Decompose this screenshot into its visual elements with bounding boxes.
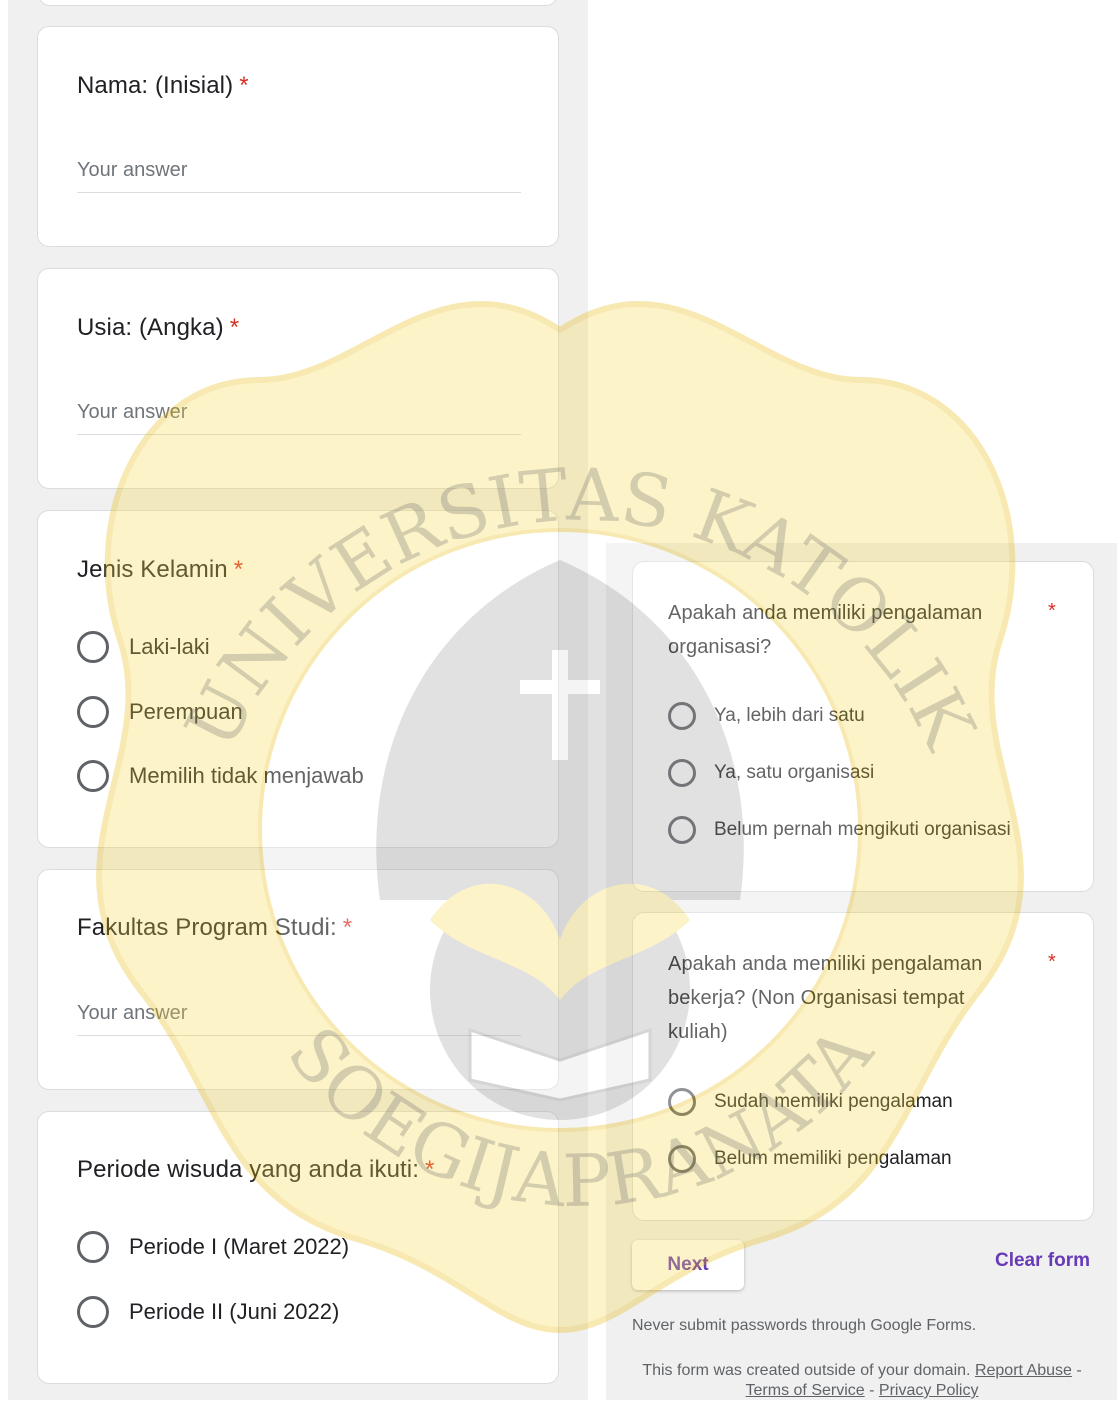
radio-option-belum-memiliki[interactable]: Belum memiliki pengalaman	[668, 1145, 952, 1173]
option-label: Ya, lebih dari satu	[714, 705, 865, 726]
radio-button[interactable]	[668, 1145, 696, 1173]
question-title-text: Jenis Kelamin	[77, 556, 228, 583]
fakultas-answer-input[interactable]: Your answer	[77, 1002, 521, 1036]
footer-text: This form was created outside of your do…	[642, 1362, 971, 1379]
question-card-bekerja: Apakah anda memiliki pengalaman bekerja?…	[632, 912, 1094, 1221]
option-label: Memilih tidak menjawab	[129, 763, 364, 788]
required-asterisk: *	[233, 556, 244, 583]
question-title-line: bekerja? (Non Organisasi tempat	[668, 987, 965, 1009]
option-label: Belum memiliki pengalaman	[714, 1148, 952, 1169]
question-card-organisasi: Apakah anda memiliki pengalaman organisa…	[632, 561, 1094, 892]
question-title: Usia: (Angka) *	[77, 311, 239, 345]
radio-button[interactable]	[668, 759, 696, 787]
footer-separator: -	[1071, 1362, 1082, 1379]
question-card-jenis-kelamin: Jenis Kelamin * Laki-laki Perempuan Memil…	[37, 510, 559, 848]
usia-answer-input[interactable]: Your answer	[77, 401, 521, 435]
radio-option-laki-laki[interactable]: Laki-laki	[77, 631, 210, 663]
radio-button[interactable]	[77, 760, 109, 792]
question-title: Fakultas Program Studi: *	[77, 911, 352, 945]
question-title: Apakah anda memiliki pengalaman bekerja?…	[668, 947, 1038, 1049]
clear-form-button[interactable]: Clear form	[960, 1250, 1090, 1272]
footer-separator: -	[864, 1382, 879, 1399]
report-abuse-link[interactable]: Report Abuse	[975, 1362, 1072, 1379]
option-label: Belum pernah mengikuti organisasi	[714, 819, 1011, 840]
required-asterisk: *	[342, 914, 353, 941]
answer-placeholder: Your answer	[77, 401, 188, 423]
question-title: Apakah anda memiliki pengalaman organisa…	[668, 596, 1038, 664]
radio-button[interactable]	[77, 1231, 109, 1263]
question-title-line: organisasi?	[668, 636, 772, 658]
option-label: Periode II (Juni 2022)	[129, 1299, 340, 1324]
option-label: Perempuan	[129, 699, 243, 724]
question-card-usia: Usia: (Angka) * Your answer	[37, 268, 559, 489]
radio-option-satu-organisasi[interactable]: Ya, satu organisasi	[668, 759, 874, 787]
option-label: Periode I (Maret 2022)	[129, 1234, 350, 1259]
radio-button[interactable]	[668, 1088, 696, 1116]
radio-option-periode-2[interactable]: Periode II (Juni 2022)	[77, 1296, 339, 1328]
radio-button[interactable]	[77, 696, 109, 728]
question-title-line: kuliah)	[668, 1021, 728, 1043]
nama-answer-input[interactable]: Your answer	[77, 159, 521, 193]
required-asterisk: *	[424, 1156, 435, 1183]
question-title-line: Apakah anda memiliki pengalaman	[668, 602, 983, 624]
answer-placeholder: Your answer	[77, 159, 188, 181]
previous-card-stub	[38, 0, 558, 6]
question-title-text: Usia: (Angka)	[77, 314, 224, 341]
next-button[interactable]: Next	[632, 1240, 744, 1290]
answer-placeholder: Your answer	[77, 1002, 188, 1024]
radio-button[interactable]	[668, 816, 696, 844]
radio-option-memilih-tidak-menjawab[interactable]: Memilih tidak menjawab	[77, 760, 364, 792]
radio-button[interactable]	[77, 631, 109, 663]
question-title: Jenis Kelamin *	[77, 553, 243, 587]
radio-button[interactable]	[668, 702, 696, 730]
question-title: Periode wisuda yang anda ikuti: *	[77, 1153, 434, 1187]
terms-link[interactable]: Terms of Service	[746, 1382, 865, 1399]
option-label: Ya, satu organisasi	[714, 762, 875, 783]
question-title: Nama: (Inisial) *	[77, 69, 249, 103]
required-asterisk: *	[239, 72, 249, 99]
question-title-text: Periode wisuda yang anda ikuti:	[77, 1156, 419, 1183]
password-warning: Never submit passwords through Google Fo…	[632, 1317, 977, 1334]
question-title-text: Nama: (Inisial)	[77, 72, 234, 99]
radio-option-lebih-dari-satu[interactable]: Ya, lebih dari satu	[668, 702, 865, 730]
question-title-line: Apakah anda memiliki pengalaman	[668, 953, 983, 975]
question-title-text: Fakultas Program Studi:	[77, 914, 337, 941]
radio-option-perempuan[interactable]: Perempuan	[77, 696, 243, 728]
radio-option-periode-1[interactable]: Periode I (Maret 2022)	[77, 1231, 349, 1263]
privacy-link[interactable]: Privacy Policy	[879, 1382, 979, 1399]
question-card-fakultas: Fakultas Program Studi: * Your answer	[37, 869, 559, 1090]
question-card-periode: Periode wisuda yang anda ikuti: * Periode…	[37, 1111, 559, 1384]
required-asterisk: *	[229, 314, 240, 341]
option-label: Laki-laki	[129, 634, 210, 659]
required-asterisk: *	[1048, 600, 1056, 622]
option-label: Sudah memiliki pengalaman	[714, 1091, 953, 1112]
radio-button[interactable]	[77, 1296, 109, 1328]
footer: This form was created outside of your do…	[632, 1361, 1092, 1401]
radio-option-sudah-memiliki[interactable]: Sudah memiliki pengalaman	[668, 1088, 953, 1116]
question-card-nama: Nama: (Inisial) * Your answer	[37, 26, 559, 247]
required-asterisk: *	[1048, 951, 1056, 973]
radio-option-belum-pernah[interactable]: Belum pernah mengikuti organisasi	[668, 816, 1011, 844]
